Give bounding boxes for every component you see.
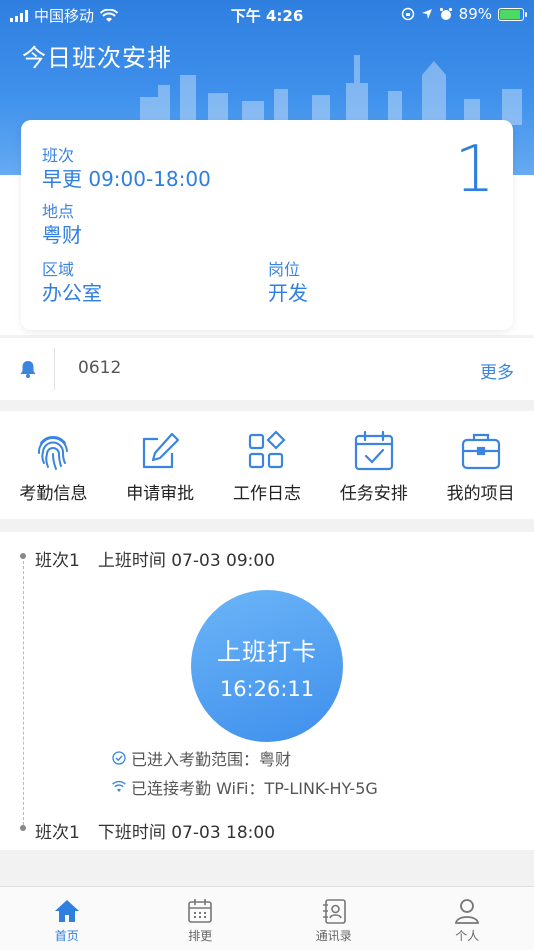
- battery-percent: 89%: [458, 5, 492, 23]
- check-circle-icon: [112, 751, 126, 765]
- rotation-lock-icon: [401, 7, 414, 21]
- tab-label: 首页: [54, 929, 79, 943]
- function-menu: 考勤信息 申请审批 工作日志 任务安排 我的项目: [0, 411, 534, 519]
- timeline-dot: [20, 553, 26, 559]
- fingerprint-icon: [38, 436, 69, 470]
- home-icon: [54, 900, 79, 922]
- tab-label: 排更: [188, 929, 213, 943]
- location-value: 粤财: [42, 223, 82, 247]
- tab-label: 个人: [455, 929, 480, 943]
- clock-in-label: 上班打卡: [217, 638, 317, 666]
- start-time: 上班时间 07-03 09:00: [97, 551, 276, 571]
- attendance-panel: 班次1 上班时间 07-03 09:00 上班打卡 16:26:11 已进入考勤范…: [0, 532, 534, 850]
- edit-icon: [143, 432, 180, 469]
- menu-item-label: 申请审批: [126, 484, 195, 504]
- end-shift-name: 班次1: [35, 823, 80, 843]
- bell-icon: [20, 361, 36, 378]
- timeline-line: [23, 556, 24, 830]
- menu-item-tasks[interactable]: 任务安排: [320, 411, 427, 519]
- notice-text[interactable]: 0612: [78, 358, 121, 378]
- briefcase-icon: [461, 433, 500, 470]
- menu-item-label: 工作日志: [232, 484, 301, 504]
- timeline-dot: [20, 825, 26, 831]
- tab-schedule[interactable]: 排更: [134, 887, 268, 950]
- wifi-status: 已连接考勤 WiFi：TP-LINK-HY-5G: [112, 775, 378, 799]
- menu-item-label: 我的项目: [446, 484, 515, 504]
- clock-in-button[interactable]: 上班打卡 16:26:11: [191, 590, 343, 742]
- tab-label: 通讯录: [315, 929, 352, 943]
- end-time: 下班时间 07-03 18:00: [97, 823, 276, 843]
- menu-item-attendance[interactable]: 考勤信息: [0, 411, 107, 519]
- clock-in-time: 16:26:11: [219, 677, 315, 701]
- contacts-icon: [322, 899, 346, 924]
- tab-profile[interactable]: 个人: [401, 887, 534, 950]
- alarm-icon: [439, 7, 452, 20]
- tab-home[interactable]: 首页: [0, 887, 134, 950]
- more-link[interactable]: 更多: [480, 358, 514, 383]
- menu-item-projects[interactable]: 我的项目: [427, 411, 534, 519]
- menu-item-approval[interactable]: 申请审批: [107, 411, 214, 519]
- battery-icon: [498, 7, 527, 21]
- shift-count: 1: [454, 133, 495, 207]
- notice-divider: [54, 348, 55, 390]
- apps-icon: [248, 430, 286, 469]
- post-value: 开发: [268, 281, 308, 305]
- status-bar: 中国移动 下午 4:26 89%: [0, 0, 534, 28]
- wifi-icon: [112, 780, 126, 792]
- menu-item-label: 考勤信息: [19, 484, 88, 504]
- range-status: 已进入考勤范围：粤财: [112, 746, 291, 770]
- menu-item-work-log[interactable]: 工作日志: [214, 411, 321, 519]
- notice-bar[interactable]: 0612 更多: [0, 338, 534, 400]
- user-icon: [455, 899, 480, 924]
- tab-contacts[interactable]: 通讯录: [267, 887, 401, 950]
- menu-item-label: 任务安排: [339, 484, 408, 504]
- tab-bar: 首页 排更 通讯录 个人: [0, 886, 534, 950]
- location-icon: [421, 9, 432, 19]
- end-shift-row: 班次1 下班时间 07-03 18:00: [35, 818, 275, 843]
- calendar-check-icon: [354, 430, 393, 471]
- start-shift-name: 班次1: [35, 551, 80, 571]
- area-value: 办公室: [42, 281, 102, 305]
- shift-value: 早更 09:00-18:00: [42, 167, 211, 191]
- shift-card: 班次 早更 09:00-18:00 地点 粤财 区域 办公室 岗位 开发 1: [21, 120, 513, 330]
- page-title: 今日班次安排: [22, 44, 172, 72]
- start-shift-row: 班次1 上班时间 07-03 09:00: [35, 546, 275, 571]
- calendar-icon: [188, 899, 213, 923]
